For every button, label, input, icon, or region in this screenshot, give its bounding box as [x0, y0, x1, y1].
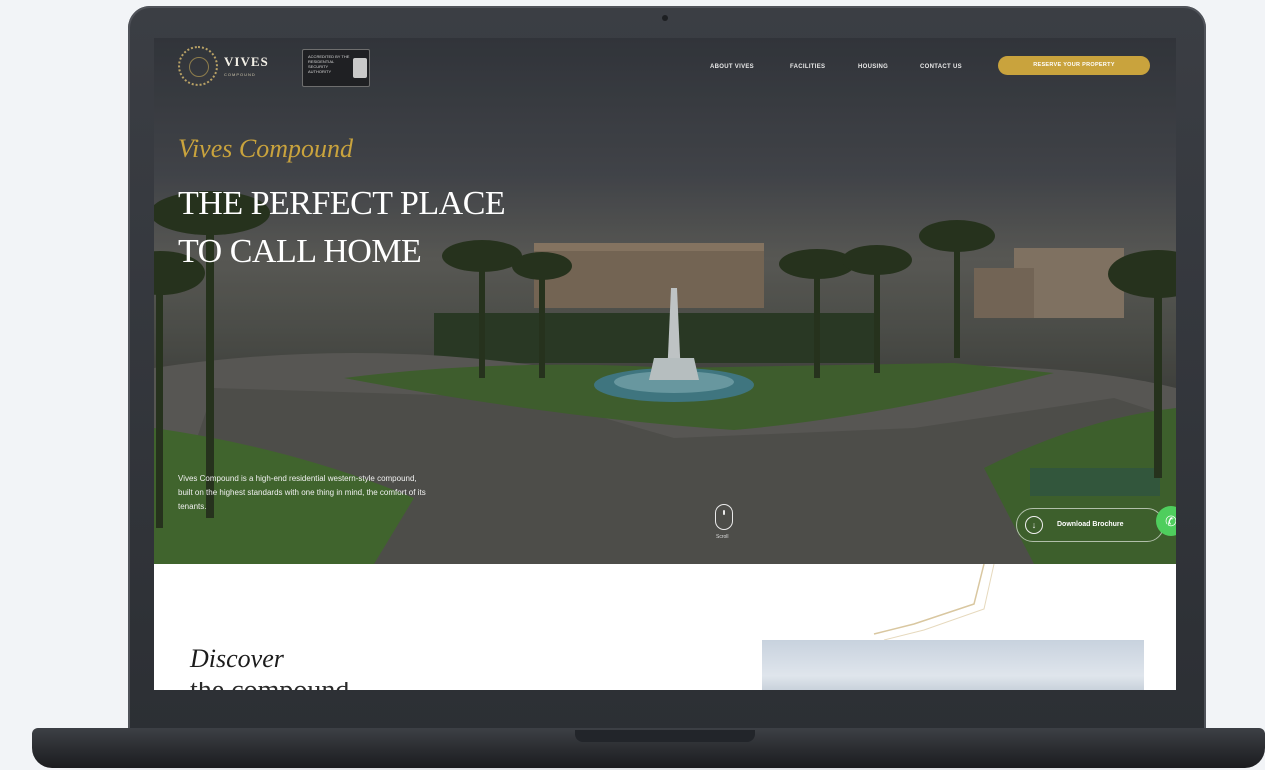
logo-wordmark: VIVES — [224, 54, 269, 69]
discover-section: Discover the compound — [154, 564, 1176, 690]
laptop-mockup: VIVES COMPOUND ACCREDITED BY THE RESIDEN… — [0, 0, 1265, 770]
discover-subtitle: the compound — [190, 682, 470, 690]
brochure-label: Download Brochure — [1057, 521, 1124, 528]
download-brochure-button[interactable]: ↓ Download Brochure — [1016, 508, 1164, 542]
download-icon: ↓ — [1025, 516, 1043, 534]
hero-tagline: Vives Compound — [178, 134, 353, 163]
hero-section: VIVES COMPOUND ACCREDITED BY THE RESIDEN… — [154, 38, 1176, 564]
decorative-line-art — [873, 564, 995, 641]
badge-text: ACCREDITED BY THE RESIDENTIAL SECURITY A… — [308, 54, 350, 74]
reserve-property-button[interactable]: RESERVE YOUR PROPERTY — [998, 56, 1150, 75]
laptop-notch — [575, 730, 755, 742]
logo-subtitle: COMPOUND — [224, 72, 256, 77]
nav-contact[interactable]: CONTACT US — [920, 64, 962, 70]
accreditation-badge: ACCREDITED BY THE RESIDENTIAL SECURITY A… — [302, 49, 370, 87]
laptop-screen: VIVES COMPOUND ACCREDITED BY THE RESIDEN… — [154, 38, 1176, 690]
nav-facilities[interactable]: FACILITIES — [790, 64, 825, 70]
hero-intro-text: Vives Compound is a high-end residential… — [178, 474, 426, 511]
nav-housing[interactable]: HOUSING — [858, 64, 888, 70]
top-navigation: VIVES COMPOUND ACCREDITED BY THE RESIDEN… — [154, 38, 1176, 98]
logo-emblem-icon — [178, 46, 218, 86]
scroll-mouse-icon[interactable] — [715, 504, 733, 530]
badge-seal-icon — [353, 58, 367, 78]
nav-about[interactable]: ABOUT VIVES — [710, 64, 754, 70]
headline-line-2: TO CALL HOME — [178, 233, 422, 270]
discover-subtitle-text: the compound — [190, 682, 470, 690]
scroll-label: Scroll — [716, 534, 729, 540]
webcam — [662, 15, 668, 21]
vives-logo[interactable]: VIVES COMPOUND — [178, 46, 288, 88]
discover-heading: Discover — [190, 644, 284, 673]
discover-photo — [762, 640, 1144, 690]
headline-line-1: THE PERFECT PLACE — [178, 185, 506, 222]
hero-headline: THE PERFECT PLACE TO CALL HOME — [178, 180, 638, 276]
